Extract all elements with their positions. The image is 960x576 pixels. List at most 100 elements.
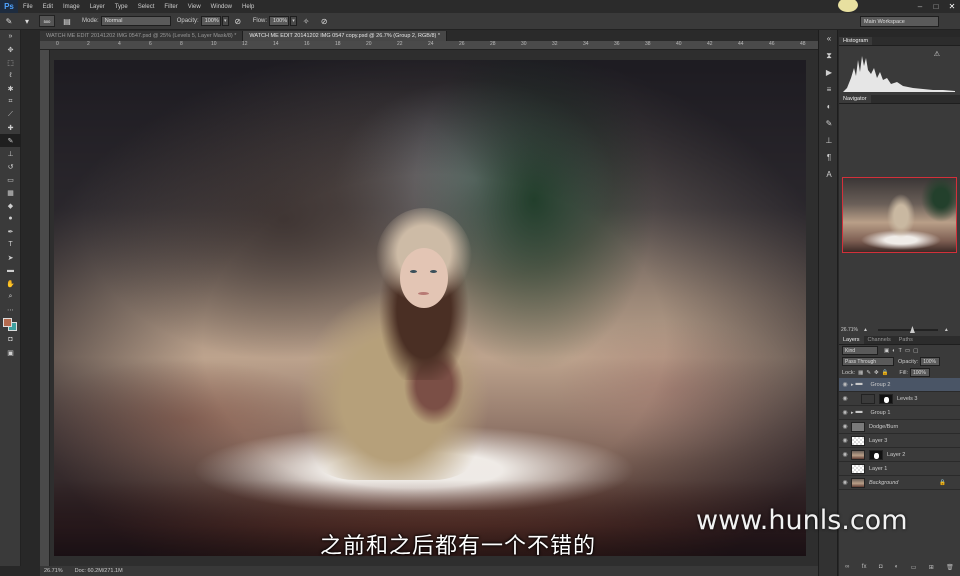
layer-mask-thumb[interactable] — [869, 449, 883, 460]
navigator-zoom-value[interactable]: 26.71% — [841, 327, 858, 333]
navigator-tab[interactable]: Navigator — [839, 95, 871, 103]
expand-arrow-icon[interactable]: ▸ — [851, 382, 854, 388]
menu-select[interactable]: Select — [133, 4, 160, 10]
paragraph-icon[interactable]: ¶ — [819, 149, 839, 166]
layer-name[interactable]: Layer 2 — [887, 452, 905, 458]
layer-row-background[interactable]: ◉ Background 🔒 — [839, 476, 960, 490]
layer-mask-thumb[interactable] — [879, 393, 893, 404]
dock-collapse-icon[interactable]: « — [819, 30, 839, 47]
ruler-horizontal[interactable]: 0 2 4 6 8 10 12 14 16 18 20 22 24 26 28 30 32 34 36 38 40 42 4… — [40, 41, 818, 50]
mode-select[interactable]: Normal — [100, 16, 171, 26]
tab-channels[interactable]: Channels — [864, 336, 895, 344]
navigator-zoom-knob[interactable] — [909, 326, 915, 333]
clone-source-icon[interactable]: ⊥ — [819, 132, 839, 149]
lock-icons[interactable]: ▦✎✥🔒 — [858, 370, 891, 376]
history-icon[interactable]: ⧗ — [819, 47, 839, 64]
zoom-out-icon[interactable]: ▲ — [863, 327, 868, 333]
zoom-tool-icon[interactable]: ⌕ — [0, 290, 21, 303]
close-button[interactable]: ✕ — [944, 0, 960, 13]
document-tab-1[interactable]: WATCH ME EDIT 20141202 IMG 0547.psd @ 25… — [40, 31, 244, 41]
quick-select-tool-icon[interactable]: ✱ — [0, 82, 21, 95]
histogram-tab[interactable]: Histogram — [839, 37, 873, 45]
layer-name[interactable]: Levels 3 — [897, 396, 918, 402]
layer-kind-select[interactable]: Kind — [842, 346, 878, 355]
document-tab-2[interactable]: WATCH ME EDIT 20141202 IMG 0547 copy.psd… — [243, 31, 448, 41]
menu-layer[interactable]: Layer — [85, 4, 110, 10]
add-mask-icon[interactable]: ◘ — [879, 564, 883, 574]
eyedropper-tool-icon[interactable]: ⟋ — [0, 108, 21, 121]
layer-fill-input[interactable]: 100% — [909, 368, 930, 377]
layer-name[interactable]: Dodge/Burn — [869, 424, 898, 430]
adjustments-icon[interactable]: ◐ — [819, 98, 839, 115]
move-tool-icon[interactable]: ✥ — [0, 43, 21, 56]
eye-icon[interactable]: ◉ — [839, 423, 851, 430]
hand-tool-icon[interactable]: ✋ — [0, 277, 21, 290]
new-group-icon[interactable]: ▭ — [911, 564, 917, 574]
layer-filter-icons[interactable]: ▣◐T▭▢ — [884, 348, 921, 354]
layer-row-group1[interactable]: ◉ ▸ ▬ Group 1 — [839, 406, 960, 420]
history-brush-tool-icon[interactable]: ↺ — [0, 160, 21, 173]
menu-file[interactable]: File — [18, 4, 38, 10]
opacity-input[interactable]: 100% — [200, 16, 221, 26]
navigator-thumbnail[interactable] — [842, 177, 957, 253]
crop-tool-icon[interactable]: ⌗ — [0, 95, 21, 108]
character-icon[interactable]: A — [819, 166, 839, 183]
clone-stamp-tool-icon[interactable]: ⊥ — [0, 147, 21, 160]
airbrush-icon[interactable]: ✧ — [300, 16, 312, 27]
menu-image[interactable]: Image — [58, 4, 85, 10]
layer-row-layer2[interactable]: ◉ Layer 2 — [839, 448, 960, 462]
new-adjustment-icon[interactable]: ◐ — [895, 564, 899, 574]
brush-panel-icon[interactable]: ▤ — [61, 16, 73, 27]
layer-name[interactable]: Layer 1 — [869, 466, 887, 472]
layer-row-dodge-burn[interactable]: ◉ Dodge/Burn — [839, 420, 960, 434]
menu-filter[interactable]: Filter — [159, 4, 182, 10]
eye-icon[interactable]: ◉ — [839, 437, 851, 444]
blend-mode-select[interactable]: Pass Through — [842, 357, 894, 366]
delete-layer-icon[interactable]: 🗑 — [946, 564, 954, 574]
flow-dropdown-icon[interactable]: ▾ — [290, 16, 298, 26]
collapse-arrows-icon[interactable]: » — [0, 30, 21, 43]
foreground-color-swatch[interactable] — [3, 318, 12, 327]
tab-paths[interactable]: Paths — [895, 336, 917, 344]
menu-edit[interactable]: Edit — [38, 4, 58, 10]
eye-icon[interactable]: ◉ — [839, 381, 851, 388]
layer-row-layer1[interactable]: Layer 1 — [839, 462, 960, 476]
actions-icon[interactable]: ▶ — [819, 64, 839, 81]
minimize-button[interactable]: – — [912, 0, 928, 13]
gradient-tool-icon[interactable]: ▦ — [0, 186, 21, 199]
pen-tool-icon[interactable]: ✒ — [0, 225, 21, 238]
eye-icon[interactable]: ◉ — [839, 395, 851, 402]
layer-name[interactable]: Group 2 — [871, 382, 891, 388]
dropdown-arrow-icon[interactable]: ▾ — [21, 16, 33, 27]
flow-input[interactable]: 100% — [269, 16, 290, 26]
type-tool-icon[interactable]: T — [0, 238, 21, 251]
layer-row-group2[interactable]: ◉ ▸ ▬ Group 2 — [839, 378, 960, 392]
dodge-tool-icon[interactable]: ● — [0, 212, 21, 225]
path-select-tool-icon[interactable]: ➤ — [0, 251, 21, 264]
menu-window[interactable]: Window — [206, 4, 237, 10]
menu-type[interactable]: Type — [110, 4, 133, 10]
layer-name[interactable]: Background — [869, 480, 898, 486]
navigator-zoom-slider[interactable] — [877, 326, 938, 333]
eye-icon[interactable]: ◉ — [839, 409, 851, 416]
pressure-opacity-icon[interactable]: ⊘ — [232, 16, 244, 27]
opacity-dropdown-icon[interactable]: ▾ — [221, 16, 229, 26]
healing-tool-icon[interactable]: ✚ — [0, 121, 21, 134]
ruler-vertical[interactable] — [40, 50, 50, 566]
eye-icon[interactable]: ◉ — [839, 479, 851, 486]
more-tools-icon[interactable]: ⋯ — [0, 303, 21, 316]
screen-mode-icon[interactable]: ▣ — [0, 346, 21, 359]
workspace-select[interactable]: Main Workspace — [860, 16, 939, 27]
quick-mask-icon[interactable]: ◘ — [0, 333, 21, 346]
canvas-area[interactable] — [50, 50, 818, 566]
layer-name[interactable]: Group 1 — [871, 410, 891, 416]
pressure-size-icon[interactable]: ⊘ — [318, 16, 330, 27]
blur-tool-icon[interactable]: ◆ — [0, 199, 21, 212]
eraser-tool-icon[interactable]: ▭ — [0, 173, 21, 186]
zoom-in-icon[interactable]: ▲ — [944, 327, 949, 333]
maximize-button[interactable]: □ — [928, 0, 944, 13]
menu-view[interactable]: View — [183, 4, 206, 10]
properties-icon[interactable]: ≡ — [819, 81, 839, 98]
menu-help[interactable]: Help — [237, 4, 259, 10]
brush-preset-picker[interactable]: 500 — [39, 15, 55, 27]
